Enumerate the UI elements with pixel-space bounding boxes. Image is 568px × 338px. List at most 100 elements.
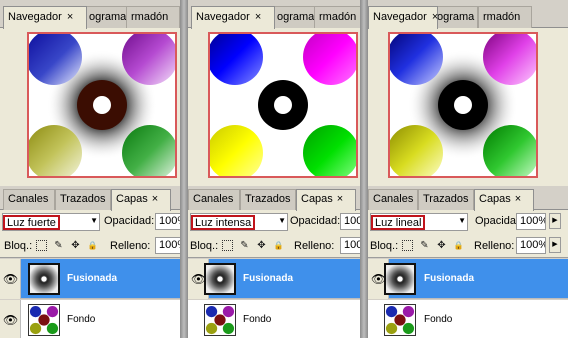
tab-paths[interactable]: Trazados [240,189,296,210]
tab-info-label: rmadón [131,11,169,23]
chevron-right-icon: ▶ [552,217,558,224]
chevron-down-icon[interactable]: ▼ [458,216,466,225]
opacity-label: Opacidad: [104,215,155,227]
bottom-tab-bar: Canales Trazados Capas × [0,186,180,211]
opacity-value: 100% [159,215,180,227]
layer-row-fondo[interactable]: 👁 Fondo [0,300,180,338]
layer-row-fondo[interactable]: Fondo [368,300,568,338]
lock-label: Bloq.: [190,240,219,252]
layer-name: Fusionada [424,273,475,284]
move-icon[interactable]: ✥ [436,240,447,251]
tab-navigator[interactable]: Navegador × [191,6,275,29]
brush-icon[interactable]: ✎ [239,240,250,251]
tab-info[interactable]: rmadón [478,6,532,28]
tab-channels[interactable]: Canales [368,189,418,210]
view-rectangle[interactable] [208,32,358,178]
tab-histogram[interactable]: ograma [84,6,128,28]
tab-histogram[interactable]: ograma [432,6,478,28]
tab-info-label: rmadón [319,11,357,23]
layer-thumbnail [28,263,60,295]
layer-name: Fusionada [67,273,118,284]
layer-row-fusionada[interactable]: 👁 Fusionada [0,259,180,299]
lock-label: Bloq.: [4,240,33,252]
chevron-down-icon[interactable]: ▼ [90,216,98,225]
tab-histogram-label: ograma [437,11,475,23]
lock-transparency-icon[interactable] [222,240,233,251]
tab-histogram[interactable]: ograma [272,6,316,28]
close-icon[interactable]: × [255,11,261,23]
lock-row: Bloq.: ✎ ✥ 🔒 Relleno: 100% ▶ [368,234,568,258]
eye-icon[interactable]: 👁 [3,272,18,286]
opacity-label: Opacidad: [290,215,341,227]
blend-mode-value: Luz fuerte [3,215,60,230]
close-icon[interactable]: × [337,193,343,205]
opacity-flyout-button[interactable]: ▶ [549,213,561,229]
tab-channels[interactable]: Canales [188,189,240,210]
tab-channels[interactable]: Canales [3,189,55,210]
layer-options-row: Luz intensa ▼ Opacidad: 100% [188,210,368,234]
visibility-toggle[interactable]: 👁 [0,259,21,299]
tab-layers[interactable]: Capas × [474,189,534,211]
tab-navigator[interactable]: Navegador × [3,6,87,29]
tab-layers[interactable]: Capas × [296,189,356,211]
move-icon[interactable]: ✥ [256,240,267,251]
tab-paths-label: Trazados [60,193,106,205]
tab-paths[interactable]: Trazados [418,189,474,210]
lock-icon[interactable]: 🔒 [453,240,464,251]
opacity-field[interactable]: 100% [155,213,180,230]
tab-paths-label: Trazados [245,193,291,205]
tab-navigator[interactable]: Navegador × [368,6,438,29]
close-icon[interactable]: × [515,193,521,205]
lock-row: Bloq.: ✎ ✥ 🔒 Relleno: 100% [188,234,368,258]
navigator-area [0,28,180,186]
blend-mode-select[interactable]: Luz intensa ▼ [190,213,288,231]
tab-layers-label: Capas [479,193,511,205]
tab-paths[interactable]: Trazados [55,189,111,210]
layer-thumbnail [204,304,236,336]
fill-field[interactable]: 100% [155,237,180,254]
layer-thumbnail [384,263,416,295]
top-tab-bar: ograma rmadón Navegador × [0,0,180,29]
brush-icon[interactable]: ✎ [419,240,430,251]
tab-info-label: rmadón [483,11,521,23]
view-rectangle[interactable] [27,32,177,178]
tab-info[interactable]: rmadón [126,6,180,28]
top-tab-bar: ograma rmadón Navegador × [188,0,368,29]
tab-layers[interactable]: Capas × [111,189,171,211]
layer-row-fusionada[interactable]: 👁 Fusionada [188,259,368,299]
lock-transparency-icon[interactable] [402,240,413,251]
chevron-down-icon[interactable]: ▼ [278,216,286,225]
brush-icon[interactable]: ✎ [53,240,64,251]
navigator-area [368,28,568,186]
layer-row-fusionada[interactable]: 👁 Fusionada [368,259,568,299]
layer-name: Fondo [67,314,96,325]
close-icon[interactable]: × [67,11,73,23]
tab-layers-label: Capas [301,193,333,205]
tab-navigator-label: Navegador [8,11,62,23]
layer-options-row: Luz fuerte ▼ Opacidad: 100% [0,210,180,234]
lock-icon[interactable]: 🔒 [87,240,98,251]
lock-icon[interactable]: 🔒 [273,240,284,251]
fill-field[interactable]: 100% [516,237,546,254]
layer-thumbnail [204,263,236,295]
visibility-toggle[interactable]: 👁 [0,300,21,338]
layer-thumbnail [28,304,60,336]
view-rectangle[interactable] [388,32,538,178]
lock-transparency-icon[interactable] [36,240,47,251]
layer-name: Fondo [243,314,272,325]
blend-mode-select[interactable]: Luz lineal ▼ [370,213,468,231]
close-icon[interactable]: × [152,193,158,205]
blend-mode-select[interactable]: Luz fuerte ▼ [2,213,100,231]
fill-flyout-button[interactable]: ▶ [549,237,561,253]
fill-value: 100% [159,239,180,251]
close-icon[interactable]: × [432,11,438,23]
tab-channels-label: Canales [8,193,49,205]
move-icon[interactable]: ✥ [70,240,81,251]
layer-name: Fondo [424,314,453,325]
layer-row-fondo[interactable]: Fondo [188,300,368,338]
layers-panel-3: ograma rmadón Navegador × Canales Trazad… [368,0,568,338]
eye-icon[interactable]: 👁 [3,313,18,327]
opacity-field[interactable]: 100% [516,213,546,230]
blend-mode-value: Luz lineal [371,215,426,230]
chevron-right-icon: ▶ [552,241,558,248]
